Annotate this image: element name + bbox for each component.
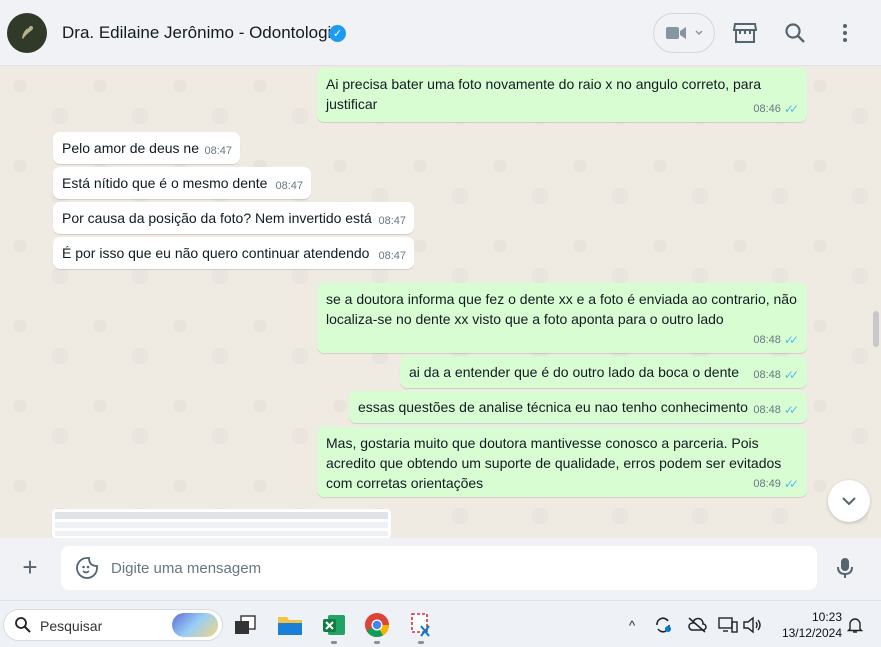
taskbar-search[interactable]: Pesquisar	[3, 609, 223, 641]
message-bubble[interactable]: Por causa da posição da foto? Nem invert…	[53, 202, 414, 234]
message-text: Ai precisa bater uma foto novamente do r…	[326, 76, 762, 112]
message-text: Pelo amor de deus ne	[62, 140, 199, 156]
sticker-icon	[76, 557, 98, 579]
catalog-button[interactable]	[733, 21, 757, 45]
message-input[interactable]	[111, 556, 801, 580]
message-time: 08:47	[204, 145, 232, 157]
message-time: 08:47	[275, 180, 303, 192]
task-view-icon	[235, 615, 256, 634]
snipping-tool-icon	[411, 613, 430, 637]
clock-time: 10:23	[811, 610, 842, 624]
message-bubble[interactable]: se a doutora informa que fez o dente xx …	[317, 283, 807, 353]
message-time: 08:47	[378, 250, 406, 262]
attachment-preview	[55, 512, 388, 519]
excel-button[interactable]	[318, 609, 350, 644]
read-ticks-icon: ✓✓	[783, 368, 799, 382]
file-explorer-button[interactable]	[274, 609, 306, 641]
logo-icon	[22, 26, 33, 39]
read-ticks-icon: ✓✓	[783, 403, 799, 417]
message-bubble[interactable]: essas questões de analise técnica eu nao…	[349, 391, 807, 423]
excel-icon	[323, 615, 345, 635]
message-meta: 08:48 ✓✓	[753, 330, 799, 350]
message-meta: 08:46 ✓✓	[753, 99, 799, 119]
message-bubble[interactable]: Mas, gostaria muito que doutora mantives…	[317, 427, 807, 497]
message-time: 08:46	[753, 103, 781, 115]
attach-button[interactable]: +	[18, 554, 42, 580]
show-hidden-icons-button[interactable]: ^	[621, 614, 643, 636]
chrome-button[interactable]	[361, 609, 393, 644]
message-meta: 08:47	[275, 176, 303, 196]
message-text: Mas, gostaria muito que doutora mantives…	[326, 435, 782, 491]
contact-name[interactable]: Dra. Edilaine Jerônimo - Odontologia	[62, 23, 341, 43]
search-highlight-icon	[172, 613, 218, 637]
search-icon	[785, 23, 805, 43]
folder-icon	[278, 617, 302, 635]
screenshot-attachment[interactable]	[52, 509, 391, 538]
verified-badge-icon: ✓	[329, 25, 346, 42]
video-call-button[interactable]	[653, 13, 715, 53]
search-icon	[15, 617, 31, 633]
snipping-tool-button[interactable]	[405, 609, 437, 644]
message-bubble[interactable]: Ai precisa bater uma foto novamente do r…	[317, 68, 807, 122]
windows-taskbar: Pesquisar ^ 10:23 13/12/2024	[0, 600, 881, 647]
video-call-icon	[666, 27, 686, 39]
message-meta: 08:49 ✓✓	[753, 474, 799, 494]
sticker-button[interactable]	[75, 556, 99, 580]
microphone-icon	[837, 558, 853, 578]
message-text: se a doutora informa que fez o dente xx …	[326, 291, 797, 327]
catalog-icon	[733, 23, 757, 43]
chat-area[interactable]: Ai precisa bater uma foto novamente do r…	[0, 66, 881, 538]
more-options-button[interactable]	[833, 21, 857, 45]
chevron-down-icon	[695, 30, 703, 36]
message-time: 08:48	[753, 404, 781, 416]
message-composer: +	[0, 538, 881, 600]
search-button[interactable]	[783, 21, 807, 45]
message-time: 08:48	[753, 369, 781, 381]
message-text: É por isso que eu não quero continuar at…	[62, 245, 370, 261]
chat-scrollbar[interactable]	[873, 311, 879, 347]
chevron-down-icon	[842, 497, 856, 506]
message-time: 08:47	[378, 215, 406, 227]
message-bubble[interactable]: ai da a entender que é do outro lado da …	[400, 356, 807, 388]
system-clock[interactable]: 10:23 13/12/2024	[772, 609, 842, 641]
message-meta: 08:47	[378, 211, 406, 231]
contact-avatar[interactable]	[7, 13, 47, 53]
message-text: ai da a entender que é do outro lado da …	[409, 364, 740, 380]
more-options-icon	[843, 24, 847, 42]
network-icon[interactable]	[717, 614, 739, 636]
message-bubble[interactable]: Está nítido que é o mesmo dente 08:47	[53, 167, 311, 199]
chrome-icon	[365, 613, 389, 638]
message-meta: 08:48 ✓✓	[753, 400, 799, 420]
volume-icon[interactable]	[741, 614, 763, 636]
task-view-button[interactable]	[229, 609, 261, 641]
onedrive-offline-icon[interactable]	[686, 614, 708, 636]
message-time: 08:49	[753, 478, 781, 490]
message-text: Está nítido que é o mesmo dente	[62, 175, 268, 191]
message-input-wrapper	[61, 546, 817, 590]
read-ticks-icon: ✓✓	[783, 477, 799, 491]
message-text: essas questões de analise técnica eu nao…	[358, 399, 748, 415]
message-time: 08:48	[753, 334, 781, 346]
notifications-bell-icon[interactable]	[844, 614, 866, 636]
message-bubble[interactable]: Pelo amor de deus ne 08:47	[53, 132, 240, 164]
sync-icon[interactable]	[652, 614, 674, 636]
message-meta: 08:48 ✓✓	[753, 365, 799, 385]
message-meta: 08:47	[204, 141, 232, 161]
voice-message-button[interactable]	[833, 556, 857, 580]
message-text: Por causa da posição da foto? Nem invert…	[62, 210, 372, 226]
taskbar-search-label: Pesquisar	[40, 618, 103, 634]
message-meta: 08:47	[378, 246, 406, 266]
clock-date: 13/12/2024	[781, 626, 842, 640]
scroll-to-bottom-button[interactable]	[828, 480, 870, 522]
read-ticks-icon: ✓✓	[783, 333, 799, 347]
read-ticks-icon: ✓✓	[783, 102, 799, 116]
chat-header: Dra. Edilaine Jerônimo - Odontologia ✓	[0, 0, 881, 66]
message-bubble[interactable]: É por isso que eu não quero continuar at…	[53, 237, 414, 269]
